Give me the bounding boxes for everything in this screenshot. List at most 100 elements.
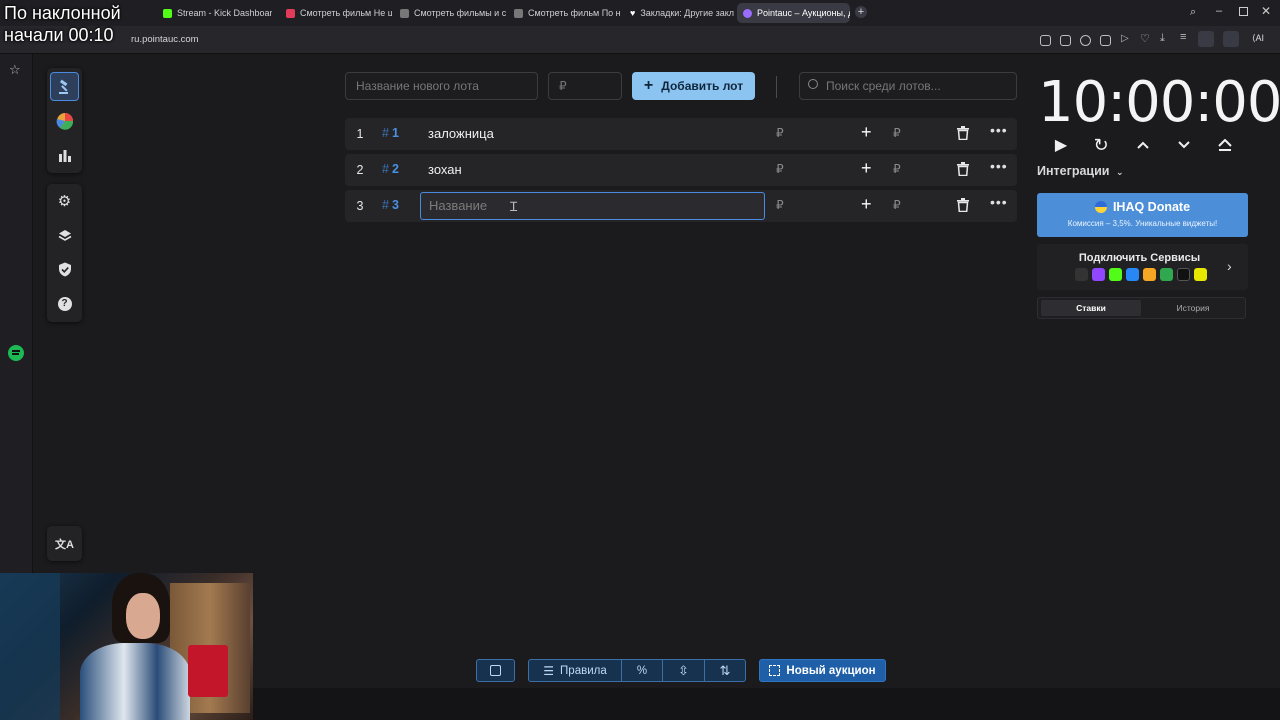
lot-name[interactable]: заложница	[428, 126, 494, 141]
lot-add-amount-input[interactable]: ₽	[893, 126, 901, 140]
trash-icon[interactable]	[957, 162, 969, 176]
tab-history[interactable]: История	[1143, 300, 1243, 316]
more-icon[interactable]: •••	[990, 194, 1008, 210]
sidebar-item-wheel[interactable]	[50, 106, 79, 135]
search-tabs-icon[interactable]: ⌕	[1190, 6, 1196, 19]
trash-icon[interactable]	[957, 126, 969, 140]
normalize-button[interactable]: ⇳	[662, 659, 705, 682]
profile-icon[interactable]	[1198, 31, 1214, 47]
lot-row: 3 #3 Название Ɪ ₽ + ₽ •••	[345, 190, 1017, 222]
star-icon[interactable]: ☆	[9, 62, 21, 78]
play-button[interactable]: ▶	[1050, 134, 1072, 156]
cube-icon[interactable]	[1223, 31, 1239, 47]
save-button[interactable]	[476, 659, 515, 682]
translate-icon: 文A	[55, 538, 74, 551]
heart-icon: ♥	[630, 8, 636, 18]
lot-add-amount-input[interactable]: ₽	[893, 198, 901, 212]
add-lot-button[interactable]: + Добавить лот	[632, 72, 755, 100]
camera-icon[interactable]	[1060, 35, 1071, 46]
language-button[interactable]: 文A	[50, 529, 79, 558]
lot-amount[interactable]: ₽	[776, 162, 784, 176]
lot-add-amount-input[interactable]: ₽	[893, 162, 901, 176]
sidebar-item-help[interactable]: ?	[50, 289, 79, 318]
add-amount-icon[interactable]: +	[861, 158, 872, 179]
minimize-icon[interactable]: –	[1216, 5, 1222, 17]
extension-icon[interactable]	[1100, 35, 1111, 46]
lot-amount[interactable]: ₽	[776, 198, 784, 212]
add-amount-icon[interactable]: +	[861, 122, 872, 143]
save-icon	[490, 665, 501, 676]
new-auction-button[interactable]: Новый аукцион	[759, 659, 886, 682]
heart-outline-icon[interactable]: ♡	[1140, 32, 1150, 45]
close-window-icon[interactable]: ✕	[1261, 4, 1271, 18]
sidebar-item-security[interactable]	[50, 255, 79, 284]
sort-button[interactable]: ⇅	[704, 659, 746, 682]
download-icon[interactable]: ⤓	[1160, 32, 1165, 45]
lot-search-input[interactable]: Поиск среди лотов...	[799, 72, 1017, 100]
spotify-icon[interactable]	[8, 345, 24, 361]
divider	[776, 76, 777, 98]
connect-services-title: Подключить Сервисы	[1078, 252, 1201, 264]
shield-icon[interactable]	[1080, 35, 1091, 46]
help-icon: ?	[57, 296, 72, 311]
x-icon	[1177, 268, 1190, 281]
lot-amount-input[interactable]: ₽	[548, 72, 622, 100]
dashed-square-icon	[769, 665, 781, 676]
decrease-button[interactable]	[1173, 134, 1195, 156]
chevron-up-icon	[1137, 141, 1149, 149]
tab-kick-dashboard[interactable]: Stream - Kick Dashboard	[157, 3, 272, 23]
pointauc-icon	[743, 8, 752, 18]
edit-icon[interactable]	[1040, 35, 1051, 46]
maximize-icon[interactable]	[1239, 7, 1248, 16]
ukraine-flag-icon	[1094, 201, 1107, 213]
more-icon[interactable]: •••	[990, 122, 1008, 138]
sidebar-item-settings[interactable]: ⚙	[50, 186, 79, 215]
sidebar-item-stats[interactable]	[50, 140, 79, 169]
tab-film-3[interactable]: Смотреть фильм По накл	[508, 3, 620, 23]
restart-icon: ↻	[1093, 134, 1109, 155]
stream-overlay-text: По наклонной начали 00:10	[4, 2, 121, 46]
tab-film-2[interactable]: Смотреть фильмы и сери	[394, 3, 506, 23]
lot-index: 1	[356, 127, 364, 141]
tab-pointauc[interactable]: Pointauc – Аукционы, до	[737, 3, 850, 23]
vk-icon	[1126, 268, 1139, 281]
sidebar-item-layers[interactable]	[50, 221, 79, 250]
donate-subtitle: Комиссия – 3,5%. Уникальные виджеты!	[1067, 219, 1218, 228]
lot-name-input[interactable]: Название нового лота	[345, 72, 538, 100]
chevron-right-icon: ›	[1227, 258, 1232, 274]
sidebar-secondary: ⚙ ?	[47, 184, 82, 322]
connect-services-button[interactable]: Подключить Сервисы ›	[1037, 244, 1248, 290]
more-icon[interactable]: •••	[990, 158, 1008, 174]
lot-amount[interactable]: ₽	[776, 126, 784, 140]
increase-button[interactable]	[1132, 134, 1154, 156]
integrations-toggle[interactable]: Интеграции ⌄	[1037, 164, 1124, 178]
add-amount-icon[interactable]: +	[861, 194, 872, 215]
new-tab-button[interactable]: +	[855, 6, 867, 18]
trash-icon[interactable]	[957, 198, 969, 212]
lot-name-edit-input[interactable]: Название	[420, 192, 765, 220]
sidebar-item-auction[interactable]	[50, 72, 79, 101]
gear-icon: ⚙	[57, 192, 72, 210]
menu-icon[interactable]: ≡	[1180, 31, 1186, 43]
lot-row: 2 #2 зохан ₽ + ₽ •••	[345, 154, 1017, 186]
play-icon: ▶	[1054, 137, 1068, 154]
tab-film-1[interactable]: Смотреть фильм Не шути	[280, 3, 392, 23]
kick-icon	[163, 8, 172, 18]
lot-name[interactable]: зохан	[428, 162, 462, 177]
reset-button[interactable]: ↻	[1090, 134, 1112, 156]
percent-button[interactable]: %	[621, 659, 663, 682]
twitch-icon	[1092, 268, 1105, 281]
url-field[interactable]: ru.pointauc.com	[131, 34, 199, 45]
donatepay-icon	[1143, 268, 1156, 281]
sidebar-language: 文A	[47, 526, 82, 561]
ihaq-donate-button[interactable]: IHAQ Donate Комиссия – 3,5%. Уникальные …	[1037, 193, 1248, 237]
ai-icon[interactable]: ⟨AI	[1252, 33, 1264, 44]
film-site-icon	[400, 8, 409, 18]
lot-index: 2	[356, 163, 364, 177]
tab-bids[interactable]: Ставки	[1041, 300, 1141, 316]
rules-button[interactable]: ☰ Правила	[528, 659, 622, 682]
tab-bookmarks[interactable]: ♥ Закладки: Другие заклад	[624, 3, 734, 23]
double-up-button[interactable]	[1214, 134, 1236, 156]
play-icon[interactable]: ▷	[1121, 33, 1129, 44]
gavel-icon	[58, 79, 68, 94]
